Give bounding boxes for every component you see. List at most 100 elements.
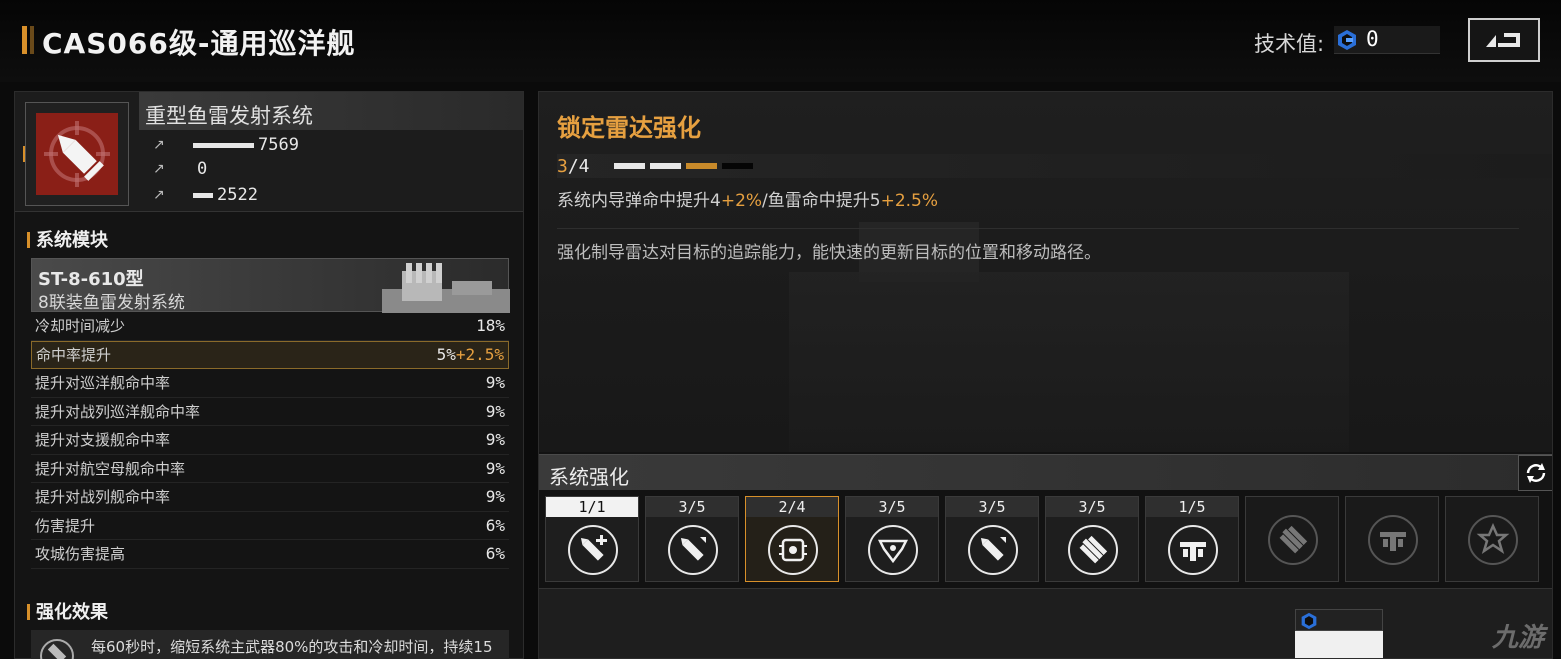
effect-part-2: /鱼雷命中提升5 bbox=[762, 191, 881, 211]
tech-point-icon bbox=[1338, 30, 1356, 50]
module-stat-row: 提升对战列巡洋舰命中率 9% bbox=[31, 398, 509, 426]
detail-divider bbox=[557, 228, 1519, 229]
torpedo-up-icon bbox=[968, 525, 1018, 575]
wing-emblem-icon bbox=[1368, 515, 1418, 565]
weapon-stat-damage: ↗ 7569 bbox=[153, 134, 299, 156]
module-stat-value: 5%+2.5% bbox=[436, 345, 504, 365]
tech-value-label: 技术值: bbox=[1254, 32, 1325, 56]
range-icon: ↗ bbox=[153, 187, 165, 203]
effect-text: 每60秒时，缩短系统主武器80%的攻击和冷却时间，持续15 bbox=[91, 638, 493, 656]
radar-chip-icon bbox=[768, 525, 818, 575]
level-pips bbox=[613, 163, 753, 169]
module-stat-value: 9% bbox=[485, 373, 505, 393]
module-stat-label: 冷却时间减少 bbox=[35, 317, 126, 336]
module-stat-label: 伤害提升 bbox=[35, 516, 96, 535]
level-pip bbox=[649, 163, 681, 169]
effect-description: 每60秒时，缩短系统主武器80%的攻击和冷却时间，持续15 bbox=[31, 630, 509, 659]
module-stat-row: 提升对支援舰命中率 9% bbox=[31, 426, 509, 455]
range-bar bbox=[193, 192, 213, 198]
damage-value: 7569 bbox=[258, 135, 299, 155]
module-stat-label: 提升对航空母舰命中率 bbox=[35, 459, 186, 478]
upgrade-slot[interactable]: 1/1 bbox=[545, 496, 639, 582]
module-stat-row: 提升对巡洋舰命中率 9% bbox=[31, 369, 509, 398]
effect-section-title: 强化效果 bbox=[27, 598, 108, 624]
module-stat-label: 提升对战列巡洋舰命中率 bbox=[35, 402, 201, 421]
weapon-stat-range: ↗ 2522 bbox=[153, 184, 258, 206]
upgrades-title: 系统强化 bbox=[549, 465, 629, 489]
rate-icon: ↗ bbox=[153, 161, 165, 177]
upgrade-slot[interactable]: 3/5 bbox=[1045, 496, 1139, 582]
top-bar: CAS066级-通用巡洋舰 技术值: 0 bbox=[0, 0, 1561, 82]
upgrade-slot[interactable]: 3/5 bbox=[945, 496, 1039, 582]
slot-level: 3/5 bbox=[1046, 497, 1138, 517]
module-stat-value: 9% bbox=[485, 430, 505, 450]
module-card[interactable]: ST-8-610型 8联装鱼雷发射系统 bbox=[31, 258, 510, 313]
upgrade-level-text: 3/4 bbox=[557, 156, 590, 177]
back-button[interactable] bbox=[1468, 18, 1540, 62]
slot-level: 3/5 bbox=[846, 497, 938, 517]
watermark: 九游 bbox=[1491, 623, 1544, 653]
module-stat-label: 提升对支援舰命中率 bbox=[35, 431, 171, 450]
mini-card[interactable] bbox=[1295, 609, 1383, 658]
torpedo-plus-icon bbox=[568, 525, 618, 575]
mini-card-header bbox=[1295, 609, 1383, 631]
upgrade-slot[interactable]: 3/5 bbox=[645, 496, 739, 582]
slot-level: 2/4 bbox=[746, 497, 838, 517]
level-pip bbox=[685, 163, 717, 169]
upgrade-slot[interactable]: 1/5 bbox=[1145, 496, 1239, 582]
torpedo-multi-icon bbox=[1268, 515, 1318, 565]
title-accent-secondary bbox=[30, 26, 34, 54]
refresh-button[interactable] bbox=[1518, 455, 1552, 491]
bottom-area: 九游 bbox=[539, 588, 1552, 658]
tech-value: 0 bbox=[1366, 27, 1379, 51]
module-stat-row: 伤害提升 6% bbox=[31, 512, 509, 540]
weapon-stat-rate: ↗ 0 bbox=[153, 158, 207, 180]
torpedo-up-icon bbox=[668, 525, 718, 575]
module-stat-value: 9% bbox=[485, 401, 505, 421]
upgrade-panel: 锁定雷达强化 3/4 系统内导弹命中提升4+2%/鱼雷命中提升5+2.5% 强化… bbox=[538, 91, 1553, 659]
tech-point-icon bbox=[1301, 612, 1317, 630]
back-arrow-icon bbox=[1486, 33, 1520, 47]
upgrade-slot[interactable]: 2/4 bbox=[745, 496, 839, 582]
burst-emblem-icon bbox=[1468, 515, 1518, 565]
module-stat-row: 攻城伤害提高 6% bbox=[31, 540, 509, 569]
module-stat-label: 攻城伤害提高 bbox=[35, 545, 126, 564]
weapon-panel: 重型鱼雷发射系统 ↗ 7569 ↗ 0 ↗ 2522 系统模块 ST-8-610… bbox=[14, 91, 524, 659]
effect-bonus-2: +2.5% bbox=[880, 191, 939, 211]
slot-level: 3/5 bbox=[946, 497, 1038, 517]
level-pip bbox=[721, 163, 753, 169]
module-subtitle: 8联装鱼雷发射系统 bbox=[38, 293, 185, 313]
wing-emblem-icon bbox=[1168, 525, 1218, 575]
upgrade-level: 3/4 bbox=[557, 154, 1552, 178]
weapon-icon-frame[interactable] bbox=[25, 102, 129, 206]
upgrade-slots: 1/1 3/5 2/4 3/5 3/5 3/5 1/5 bbox=[545, 496, 1539, 582]
refresh-icon bbox=[1526, 463, 1546, 483]
module-stat-value: 6% bbox=[485, 544, 505, 564]
torpedo-launcher-image bbox=[382, 263, 510, 313]
module-stats-list: 冷却时间减少 18% 命中率提升 5%+2.5% 提升对巡洋舰命中率 9% 提升对战列巡洋舰… bbox=[31, 312, 509, 569]
upgrade-slot[interactable] bbox=[1445, 496, 1539, 582]
effect-part-1: 系统内导弹命中提升4 bbox=[557, 191, 721, 211]
module-stat-row: 命中率提升 5%+2.5% bbox=[31, 340, 509, 369]
level-pip bbox=[613, 163, 645, 169]
module-stat-value: 9% bbox=[485, 487, 505, 507]
upgrade-slot[interactable]: 3/5 bbox=[845, 496, 939, 582]
torpedo-effect-icon bbox=[40, 639, 74, 659]
armor-emblem-icon bbox=[868, 525, 918, 575]
upgrades-header: 系统强化 bbox=[539, 454, 1552, 491]
level-current: 3 bbox=[557, 155, 568, 177]
module-stat-row: 提升对战列舰命中率 9% bbox=[31, 483, 509, 512]
weapon-name: 重型鱼雷发射系统 bbox=[145, 104, 313, 128]
torpedo-multi-icon bbox=[1068, 525, 1118, 575]
modules-section-title: 系统模块 bbox=[27, 226, 108, 252]
level-max: /4 bbox=[567, 155, 590, 177]
upgrade-description: 强化制导雷达对目标的追踪能力，能快速的更新目标的位置和移动路径。 bbox=[557, 243, 1101, 263]
upgrade-slot[interactable] bbox=[1345, 496, 1439, 582]
module-stat-label: 提升对巡洋舰命中率 bbox=[35, 374, 171, 393]
module-stat-value: 18% bbox=[476, 316, 505, 336]
upgrade-detail: 锁定雷达强化 3/4 系统内导弹命中提升4+2%/鱼雷命中提升5+2.5% 强化… bbox=[539, 92, 1552, 452]
module-stat-value: 6% bbox=[485, 515, 505, 535]
upgrade-slot[interactable] bbox=[1245, 496, 1339, 582]
weapon-header: 重型鱼雷发射系统 ↗ 7569 ↗ 0 ↗ 2522 bbox=[15, 92, 523, 212]
module-stat-label: 命中率提升 bbox=[36, 346, 112, 365]
